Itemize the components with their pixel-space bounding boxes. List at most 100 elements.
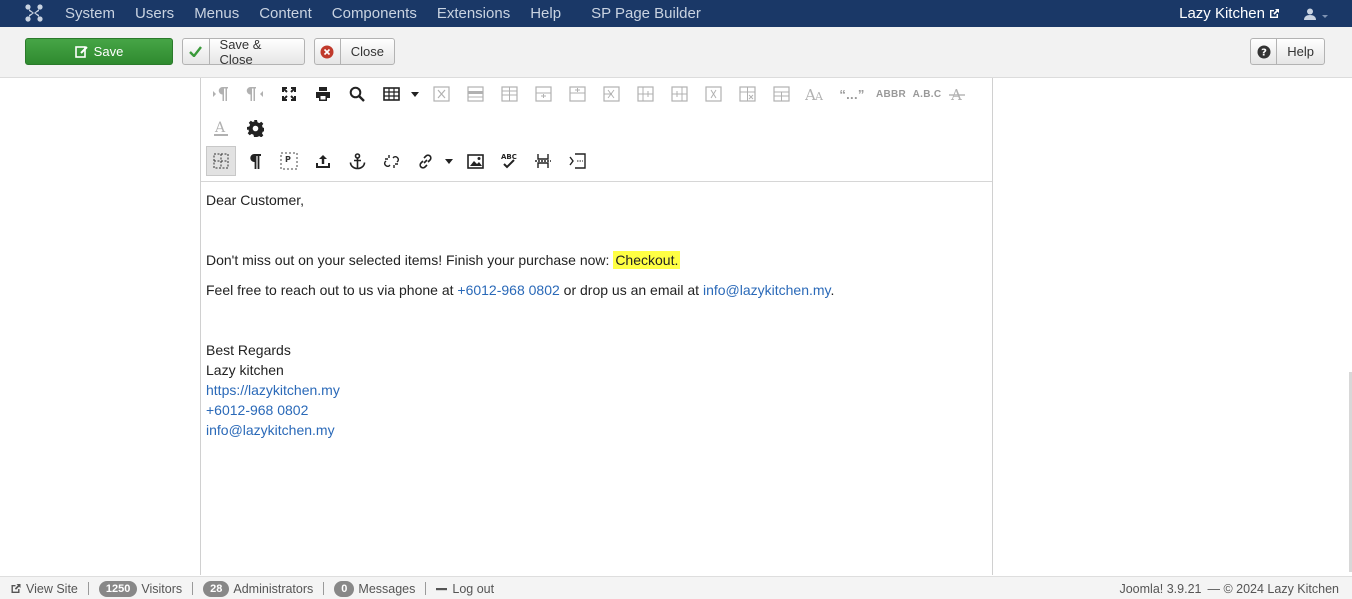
acronym-icon[interactable]: A.B.C: [908, 79, 946, 109]
save-close-button[interactable]: Save & Close: [182, 36, 305, 67]
menu-content[interactable]: Content: [249, 3, 322, 25]
close-button[interactable]: Close: [314, 38, 395, 65]
text-color-icon[interactable]: A: [206, 113, 236, 143]
menu-help[interactable]: Help: [520, 3, 571, 25]
image-icon[interactable]: [460, 146, 490, 176]
visitors-indicator: 1250 Visitors: [89, 580, 194, 597]
save-button[interactable]: Save: [25, 38, 173, 65]
editor-frame: AA “...” ABBR A.B.C A A P ABC Dear Custo…: [200, 78, 993, 575]
strikethrough-icon[interactable]: A: [942, 79, 972, 109]
table-dropdown-icon[interactable]: [410, 79, 420, 109]
svg-text:A: A: [214, 120, 226, 136]
signature-phone-link[interactable]: +6012-968 0802: [206, 402, 308, 418]
minus-icon: [436, 587, 448, 590]
split-cells-icon[interactable]: [766, 79, 796, 109]
regards-text: Best Regards: [206, 342, 291, 358]
company-text: Lazy kitchen: [206, 362, 284, 378]
joomla-logo-icon[interactable]: [24, 3, 44, 23]
abbr-icon[interactable]: ABBR: [874, 79, 908, 109]
admins-badge: 28: [203, 580, 230, 597]
link-icon[interactable]: [410, 146, 440, 176]
svg-text:P: P: [285, 155, 291, 164]
main-menu: System Users Menus Content Components Ex…: [55, 0, 711, 27]
footer-info: Joomla! 3.9.21 — © 2024 Lazy Kitchen: [1119, 577, 1339, 599]
website-line: https://lazykitchen.my: [206, 380, 340, 400]
row-props-icon[interactable]: [562, 79, 592, 109]
status-bar: View Site 1250 Visitors 28 Administrator…: [0, 576, 1352, 599]
close-label: Close: [350, 44, 384, 59]
spellcheck-icon[interactable]: ABC: [494, 146, 524, 176]
menu-system[interactable]: System: [55, 3, 125, 25]
visual-aid-icon[interactable]: [206, 146, 236, 176]
menu-components[interactable]: Components: [322, 3, 427, 25]
col-insert-after-icon[interactable]: [664, 79, 694, 109]
administrators-indicator: 28 Administrators: [193, 580, 325, 597]
col-delete-icon[interactable]: [698, 79, 728, 109]
link-dropdown-icon[interactable]: [444, 146, 454, 176]
show-blocks-pilcrow-icon[interactable]: [240, 146, 270, 176]
menu-extensions[interactable]: Extensions: [427, 3, 520, 25]
row-insert-before-icon[interactable]: [460, 79, 490, 109]
logout-link[interactable]: Log out: [426, 582, 504, 596]
user-icon: [1304, 8, 1316, 20]
contact-line: Feel free to reach out to us via phone a…: [206, 282, 835, 298]
caret-down-icon: [1322, 14, 1328, 18]
site-link[interactable]: Lazy Kitchen: [1179, 5, 1280, 22]
phone-link[interactable]: +6012-968 0802: [457, 282, 559, 298]
site-name: Lazy Kitchen: [1179, 5, 1265, 22]
fullscreen-icon[interactable]: [274, 79, 304, 109]
menu-users[interactable]: Users: [125, 3, 184, 25]
row-delete-icon[interactable]: [528, 79, 558, 109]
text-size-icon[interactable]: AA: [800, 79, 830, 109]
cell-delete-icon[interactable]: [596, 79, 626, 109]
svg-text:A: A: [950, 86, 962, 102]
menu-menus[interactable]: Menus: [184, 3, 249, 25]
table-icon[interactable]: [376, 79, 406, 109]
email-line: info@lazykitchen.my: [206, 420, 335, 440]
question-icon: ?: [1251, 39, 1278, 64]
unlink-icon[interactable]: [376, 146, 406, 176]
edit-icon: [74, 39, 88, 64]
show-blocks-icon[interactable]: P: [274, 146, 304, 176]
save-close-label: Save & Close: [219, 36, 262, 67]
messages-badge: 0: [334, 580, 355, 597]
website-link[interactable]: https://lazykitchen.my: [206, 382, 340, 398]
external-link-icon: [1270, 9, 1279, 18]
joomla-version: Joomla! 3.9.21: [1119, 581, 1202, 596]
checkout-link[interactable]: Checkout.: [613, 251, 681, 269]
upload-icon[interactable]: [308, 146, 338, 176]
action-toolbar: Save Save & Close Close ? Help: [0, 27, 1352, 78]
search-icon[interactable]: [342, 79, 372, 109]
anchor-icon[interactable]: [342, 146, 372, 176]
messages-link[interactable]: 0 Messages: [324, 580, 427, 597]
read-more-icon[interactable]: [562, 146, 592, 176]
delete-table-icon[interactable]: [426, 79, 456, 109]
signature-email-link[interactable]: info@lazykitchen.my: [206, 422, 335, 438]
editor-toolbar: AA “...” ABBR A.B.C A A P ABC: [201, 78, 992, 182]
settings-gear-icon[interactable]: [240, 113, 270, 143]
help-button[interactable]: ? Help: [1250, 38, 1325, 65]
svg-text:A: A: [814, 90, 824, 102]
print-icon[interactable]: [308, 79, 338, 109]
check-icon: [183, 39, 210, 64]
menu-sp-page-builder[interactable]: SP Page Builder: [581, 3, 711, 25]
row-insert-after-icon[interactable]: [494, 79, 524, 109]
view-site-link[interactable]: View Site: [10, 582, 89, 596]
cancel-icon: [315, 39, 341, 64]
status-left: View Site 1250 Visitors 28 Administrator…: [10, 577, 504, 599]
svg-text:ABC: ABC: [501, 153, 517, 161]
greeting-text: Dear Customer,: [206, 192, 305, 208]
email-link[interactable]: info@lazykitchen.my: [703, 282, 831, 298]
quote-icon[interactable]: “...”: [834, 79, 870, 109]
rtl-icon[interactable]: [240, 79, 270, 109]
external-link-icon: [11, 584, 21, 593]
page-break-icon[interactable]: [528, 146, 558, 176]
visitors-badge: 1250: [98, 580, 138, 597]
user-menu[interactable]: [1304, 8, 1330, 20]
purchase-line: Don't miss out on your selected items! F…: [206, 251, 681, 269]
help-label: Help: [1287, 44, 1314, 59]
ltr-icon[interactable]: [206, 79, 236, 109]
merge-cells-icon[interactable]: [732, 79, 762, 109]
col-insert-before-icon[interactable]: [630, 79, 660, 109]
top-navbar: System Users Menus Content Components Ex…: [0, 0, 1352, 27]
